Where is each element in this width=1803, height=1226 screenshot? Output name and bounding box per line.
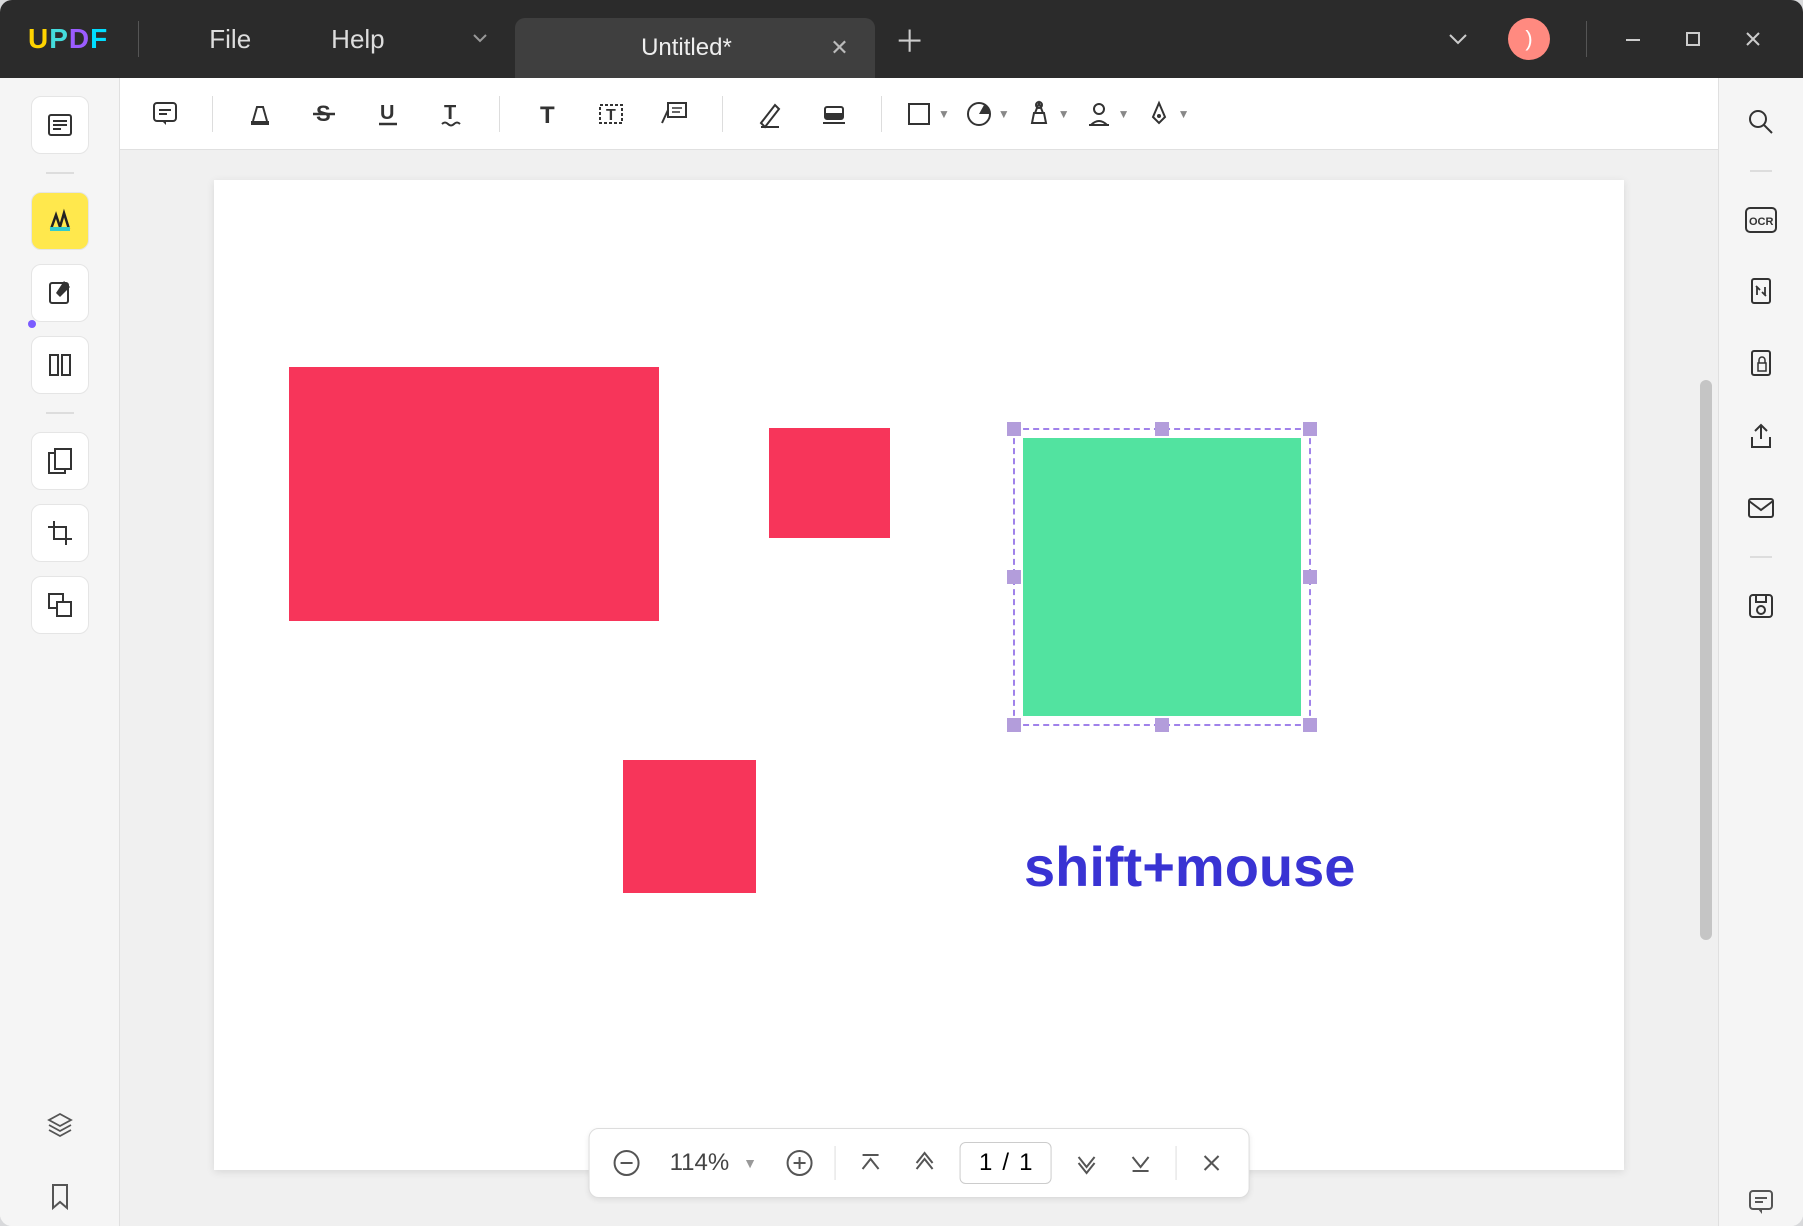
convert-icon[interactable] xyxy=(1737,268,1785,316)
zoom-level-dropdown[interactable]: 114%▼ xyxy=(662,1149,765,1177)
resize-handle-mr[interactable] xyxy=(1303,570,1317,584)
resize-handle-tm[interactable] xyxy=(1155,422,1169,436)
compare-button[interactable] xyxy=(31,576,89,634)
protect-icon[interactable] xyxy=(1737,340,1785,388)
divider xyxy=(1586,21,1587,57)
crop-button[interactable] xyxy=(31,504,89,562)
tab-title: Untitled* xyxy=(551,34,823,62)
bottom-toolbar: 114%▼ 1 / 1 xyxy=(589,1128,1250,1198)
strikethrough-tool-icon[interactable]: S xyxy=(299,89,349,139)
canvas-area: shift+mouse 114%▼ 1 / 1 xyxy=(120,150,1718,1226)
svg-text:U: U xyxy=(380,102,394,124)
callout-tool-icon[interactable] xyxy=(650,89,700,139)
tab-add-icon[interactable]: ＋ xyxy=(895,17,925,61)
annotation-toolbar: S U T T T ▼ ▼ ▼ ▼ ▼ xyxy=(120,78,1718,150)
pencil-tool-icon[interactable] xyxy=(745,89,795,139)
textbox-tool-icon[interactable]: T xyxy=(586,89,636,139)
organize-mode-button[interactable] xyxy=(31,336,89,394)
bookmark-button[interactable] xyxy=(31,1168,89,1226)
minimize-button[interactable] xyxy=(1603,14,1663,64)
menu-help[interactable]: Help xyxy=(291,24,424,55)
page-separator: / xyxy=(1002,1149,1009,1177)
resize-handle-tr[interactable] xyxy=(1303,422,1317,436)
text-tool-icon[interactable]: T xyxy=(522,89,572,139)
comment-mode-button[interactable] xyxy=(31,192,89,250)
save-icon[interactable] xyxy=(1737,582,1785,630)
pink-rectangle-small-2[interactable] xyxy=(623,760,756,893)
tab-close-icon[interactable]: ✕ xyxy=(822,31,856,65)
svg-text:T: T xyxy=(606,107,616,124)
pink-rectangle-large[interactable] xyxy=(289,367,659,621)
chat-icon[interactable] xyxy=(1737,1178,1785,1226)
vertical-scrollbar[interactable] xyxy=(1700,380,1712,940)
edit-mode-button[interactable] xyxy=(31,264,89,322)
next-page-button[interactable] xyxy=(1067,1144,1105,1182)
menu-file[interactable]: File xyxy=(169,24,291,55)
tab-untitled[interactable]: Untitled* ✕ xyxy=(515,18,875,78)
selected-shape-frame[interactable] xyxy=(1013,428,1311,726)
zoom-out-button[interactable] xyxy=(608,1144,646,1182)
resize-handle-bm[interactable] xyxy=(1155,718,1169,732)
underline-tool-icon[interactable]: U xyxy=(363,89,413,139)
resize-handle-ml[interactable] xyxy=(1007,570,1021,584)
email-icon[interactable] xyxy=(1737,484,1785,532)
annotation-text[interactable]: shift+mouse xyxy=(1024,834,1355,899)
last-page-button[interactable] xyxy=(1121,1144,1159,1182)
resize-handle-br[interactable] xyxy=(1303,718,1317,732)
divider xyxy=(138,21,139,57)
green-square[interactable] xyxy=(1023,438,1301,716)
page-current: 1 xyxy=(979,1149,992,1177)
signature-tool-dropdown[interactable]: ▼ xyxy=(1084,99,1130,129)
resize-handle-tl[interactable] xyxy=(1007,422,1021,436)
resize-handle-bl[interactable] xyxy=(1007,718,1021,732)
right-sidebar: OCR xyxy=(1718,78,1803,1226)
titlebar-chevron-icon[interactable] xyxy=(1428,23,1488,55)
ocr-icon[interactable]: OCR xyxy=(1737,196,1785,244)
svg-text:T: T xyxy=(540,102,555,129)
page-total: 1 xyxy=(1019,1149,1032,1177)
user-avatar[interactable]: ) xyxy=(1508,18,1550,60)
highlight-tool-icon[interactable] xyxy=(235,89,285,139)
search-icon[interactable] xyxy=(1737,98,1785,146)
active-indicator-dot xyxy=(28,320,36,328)
note-tool-icon[interactable] xyxy=(140,89,190,139)
squiggly-tool-icon[interactable]: T xyxy=(427,89,477,139)
first-page-button[interactable] xyxy=(852,1144,890,1182)
stamp-tool-dropdown[interactable]: ▼ xyxy=(1024,99,1070,129)
sticker-tool-dropdown[interactable]: ▼ xyxy=(964,99,1010,129)
eraser-tool-icon[interactable] xyxy=(809,89,859,139)
svg-text:T: T xyxy=(444,102,456,124)
document-page[interactable]: shift+mouse xyxy=(214,180,1624,1170)
pen-tool-dropdown[interactable]: ▼ xyxy=(1144,99,1190,129)
pink-rectangle-small-1[interactable] xyxy=(769,428,890,538)
zoom-in-button[interactable] xyxy=(781,1144,819,1182)
maximize-button[interactable] xyxy=(1663,14,1723,64)
reader-mode-button[interactable] xyxy=(31,96,89,154)
close-button[interactable] xyxy=(1723,14,1783,64)
app-logo: UPDF xyxy=(28,23,108,55)
tab-dropdown-icon[interactable] xyxy=(455,14,505,64)
page-tools-button[interactable] xyxy=(31,432,89,490)
svg-text:OCR: OCR xyxy=(1749,216,1774,228)
shape-tool-dropdown[interactable]: ▼ xyxy=(904,99,950,129)
left-sidebar xyxy=(0,78,120,1226)
layers-button[interactable] xyxy=(31,1096,89,1154)
page-number-input[interactable]: 1 / 1 xyxy=(960,1142,1051,1184)
close-toolbar-button[interactable] xyxy=(1192,1144,1230,1182)
share-icon[interactable] xyxy=(1737,412,1785,460)
prev-page-button[interactable] xyxy=(906,1144,944,1182)
